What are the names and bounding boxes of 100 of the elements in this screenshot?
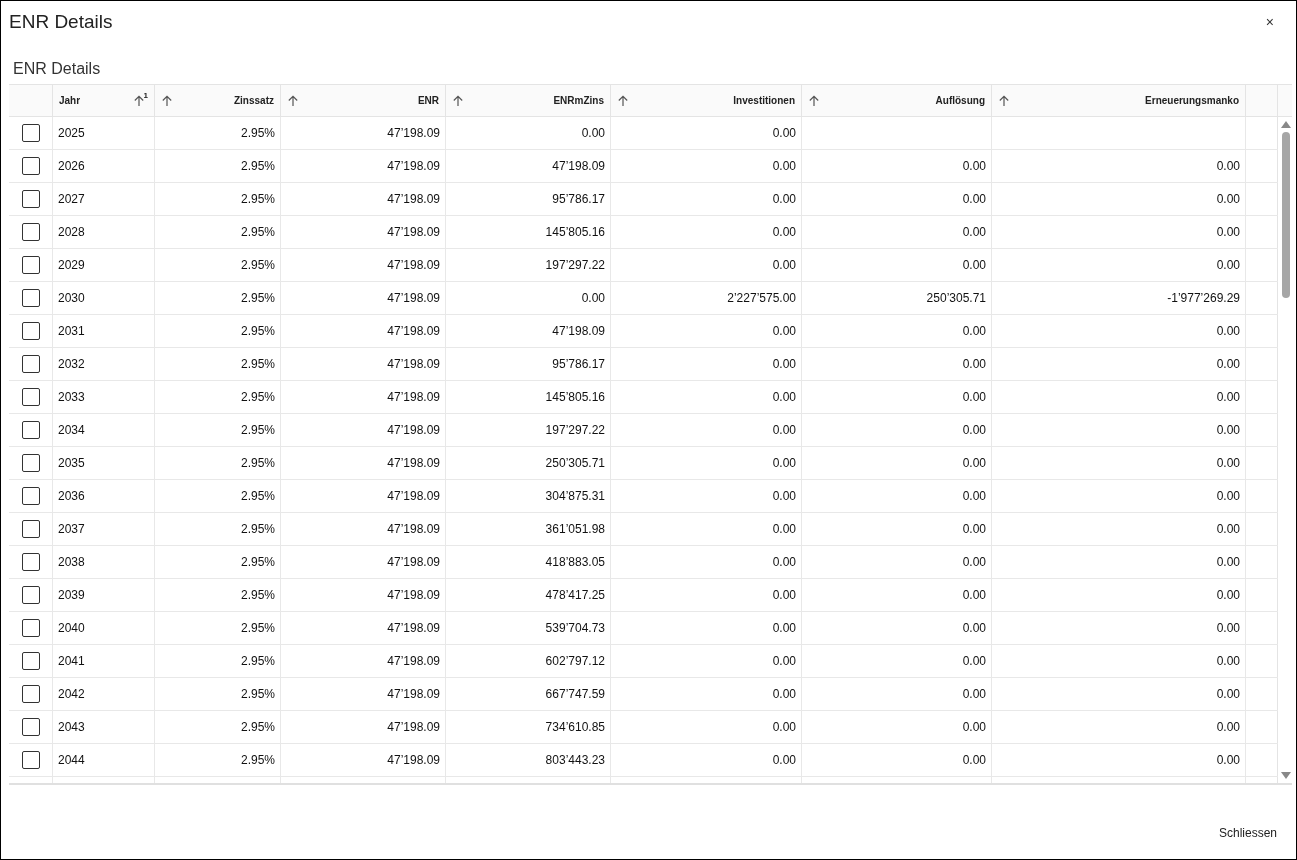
row-checkbox[interactable]	[21, 223, 40, 241]
sort-arrow-icon[interactable]	[998, 94, 1010, 107]
table-cell: 2.95%	[240, 753, 275, 767]
row-checkbox[interactable]	[21, 289, 40, 307]
table-title: ENR Details	[13, 60, 102, 79]
table-cell: 2.95%	[240, 390, 275, 404]
table-cell: 47’198.09	[552, 324, 605, 338]
table-cell: 0.00	[1216, 720, 1240, 734]
table-cell: 0.00	[1216, 588, 1240, 602]
table-cell: -1’977’269.29	[1167, 291, 1240, 305]
table-cell: 0.00	[1216, 192, 1240, 206]
table-cell: 0.00	[1216, 522, 1240, 536]
table-cell: 0.00	[772, 654, 796, 668]
table-cell: 2’227’575.00	[727, 291, 796, 305]
table-cell: 2.95%	[240, 192, 275, 206]
column-header[interactable]: ENR	[417, 95, 439, 106]
row-checkbox[interactable]	[21, 355, 40, 373]
table-cell: 2.95%	[240, 456, 275, 470]
sort-arrow-icon[interactable]	[161, 94, 173, 107]
table-cell: 2.95%	[240, 720, 275, 734]
table-cell: 0.00	[772, 753, 796, 767]
table-cell: 0.00	[962, 489, 986, 503]
table-cell: 2.95%	[240, 621, 275, 635]
table-cell: 539’704.73	[545, 621, 605, 635]
table-cell: 145’805.16	[545, 225, 605, 239]
table-cell: 2035	[58, 456, 85, 470]
table-cell: 0.00	[1216, 324, 1240, 338]
table-cell: 0.00	[962, 456, 986, 470]
row-checkbox[interactable]	[21, 685, 40, 703]
row-checkbox[interactable]	[21, 652, 40, 670]
table-cell: 0.00	[772, 588, 796, 602]
close-text-button[interactable]: Schliessen	[1218, 822, 1277, 844]
row-checkbox[interactable]	[21, 421, 40, 439]
table-cell: 734’610.85	[545, 720, 605, 734]
table-cell: 478’417.25	[545, 588, 605, 602]
table-cell: 2041	[58, 654, 85, 668]
row-checkbox[interactable]	[21, 751, 40, 769]
column-header[interactable]: Investitionen	[733, 95, 795, 106]
table-cell: 0.00	[772, 357, 796, 371]
row-checkbox[interactable]	[21, 124, 40, 142]
column-header[interactable]: Auflösung	[935, 95, 985, 106]
table-cell: 2042	[58, 687, 85, 701]
sort-arrow-icon[interactable]	[132, 94, 145, 107]
table-cell: 2.95%	[240, 159, 275, 173]
table-cell: 145’805.16	[545, 390, 605, 404]
table-cell: 47’198.09	[387, 258, 440, 272]
row-checkbox[interactable]	[21, 454, 40, 472]
table-cell: 0.00	[772, 390, 796, 404]
column-header[interactable]: Zinssatz	[234, 95, 274, 106]
table-cell: 0.00	[962, 258, 986, 272]
column-header[interactable]: Jahr	[59, 95, 81, 106]
scrollbar-thumb[interactable]	[1282, 132, 1290, 298]
table-cell: 2044	[58, 753, 85, 767]
table-cell: 2043	[58, 720, 85, 734]
table-cell: 0.00	[962, 159, 986, 173]
table-cell: 2026	[58, 159, 85, 173]
table-cell: 2029	[58, 258, 85, 272]
row-checkbox[interactable]	[21, 520, 40, 538]
table-cell: 0.00	[962, 192, 986, 206]
scroll-up-icon[interactable]	[1281, 121, 1291, 128]
table-cell: 47’198.09	[387, 588, 440, 602]
row-checkbox[interactable]	[21, 487, 40, 505]
table-cell: 0.00	[772, 687, 796, 701]
sort-order: 1	[143, 90, 148, 100]
close-button[interactable]: ×	[1261, 14, 1278, 30]
table-cell: 0.00	[772, 555, 796, 569]
table-cell: 0.00	[1216, 357, 1240, 371]
table-cell: 0.00	[1216, 390, 1240, 404]
column-header[interactable]: Erneuerungsmanko	[1145, 95, 1239, 106]
column-header[interactable]: ENRmZins	[553, 95, 604, 106]
table-cell: 95’786.17	[552, 192, 605, 206]
row-checkbox[interactable]	[21, 718, 40, 736]
scroll-down-icon[interactable]	[1281, 772, 1291, 779]
row-checkbox[interactable]	[21, 586, 40, 604]
table-cell: 0.00	[772, 258, 796, 272]
row-checkbox[interactable]	[21, 157, 40, 175]
table-cell: 667’747.59	[545, 687, 605, 701]
sort-arrow-icon[interactable]	[617, 94, 629, 107]
table-cell: 2028	[58, 225, 85, 239]
dialog-title: ENR Details	[9, 11, 113, 33]
table-cell: 47’198.09	[387, 192, 440, 206]
table-cell: 0.00	[772, 423, 796, 437]
table-cell: 0.00	[962, 423, 986, 437]
table-cell: 0.00	[1216, 225, 1240, 239]
table-cell: 0.00	[962, 753, 986, 767]
table-cell: 0.00	[772, 192, 796, 206]
table-cell: 304’875.31	[545, 489, 605, 503]
table-cell: 602’797.12	[545, 654, 605, 668]
sort-arrow-icon[interactable]	[452, 94, 464, 107]
row-checkbox[interactable]	[21, 322, 40, 340]
row-checkbox[interactable]	[21, 388, 40, 406]
row-checkbox[interactable]	[21, 619, 40, 637]
table-cell: 0.00	[1216, 654, 1240, 668]
sort-arrow-icon[interactable]	[287, 94, 299, 107]
table-cell: 250’305.71	[926, 291, 986, 305]
row-checkbox[interactable]	[21, 256, 40, 274]
sort-arrow-icon[interactable]	[808, 94, 820, 107]
row-checkbox[interactable]	[21, 553, 40, 571]
table-cell: 2033	[58, 390, 85, 404]
row-checkbox[interactable]	[21, 190, 40, 208]
